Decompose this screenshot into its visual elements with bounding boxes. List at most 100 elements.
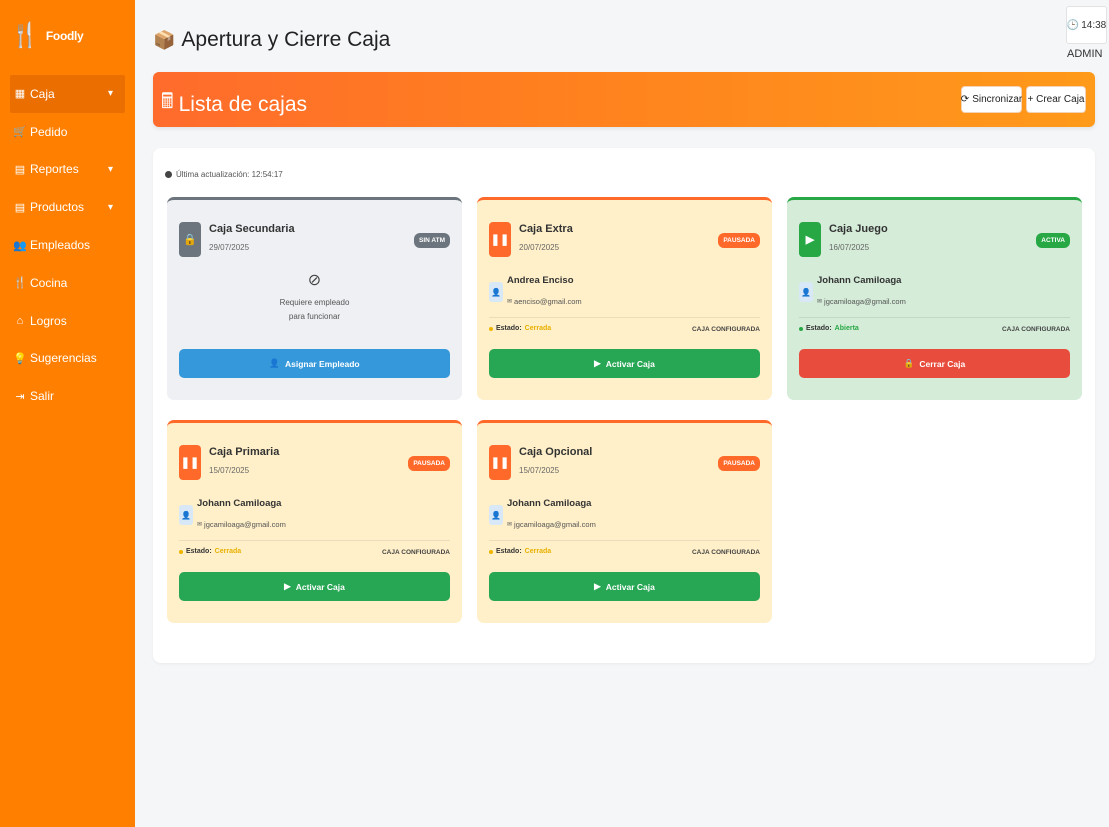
brand-logo[interactable]: 🍴 Foodly (10, 24, 84, 48)
user-slash-icon: ⊘ (307, 272, 322, 289)
state-value: Cerrada (524, 548, 552, 555)
avatar: 👤 (489, 505, 503, 525)
last-update: Última actualización: 12:54:17 (165, 170, 283, 179)
banner-title: 🖩 Lista de cajas (161, 87, 307, 122)
sidebar-item-sugerencias[interactable]: 💡 Sugerencias (0, 340, 135, 378)
cash-date: 20/07/2025 (519, 243, 560, 252)
pause-icon: ❚❚ (489, 445, 511, 480)
divider (489, 540, 760, 541)
play-icon: ▶ (284, 581, 291, 591)
empty-message: Requiere empleado para funcionar (167, 296, 462, 324)
state-value: Abierta (834, 325, 859, 332)
activate-cash-button[interactable]: ▶ Activar Caja (179, 572, 450, 601)
sync-button[interactable]: ⟳ Sincronizar (961, 86, 1022, 113)
cash-list-banner: 🖩 Lista de cajas ⟳ Sincronizar + Crear C… (153, 72, 1095, 127)
cash-card-opcional: ❚❚ Caja Opcional 15/07/2025 PAUSADA 👤 Jo… (477, 420, 772, 623)
last-update-text: Última actualización: 12:54:17 (176, 170, 283, 179)
employee-name: Johann Camiloaga (197, 498, 282, 509)
cash-date: 29/07/2025 (209, 243, 250, 252)
avatar: 👤 (179, 505, 193, 525)
cash-card-extra: ❚❚ Caja Extra 20/07/2025 PAUSADA 👤 Andre… (477, 197, 772, 400)
sidebar-item-label: Caja (30, 86, 55, 101)
cash-name: Caja Opcional (519, 446, 593, 458)
sidebar-item-label: Pedido (30, 124, 68, 139)
sidebar-item-label: Empleados (30, 238, 91, 253)
box-icon: 📦 (153, 29, 176, 50)
pause-icon: ❚❚ (489, 222, 511, 257)
page-title: 📦 Apertura y Cierre Caja (153, 28, 390, 52)
state-value: Cerrada (214, 548, 242, 555)
lightbulb-icon: 💡 (13, 352, 27, 365)
employee-email: ✉ jgcamiloaga@gmail.com (817, 297, 906, 306)
create-label: + Crear Caja (1027, 94, 1085, 105)
status-badge: SIN ATM (414, 233, 450, 248)
cash-card-juego: ▶ Caja Juego 16/07/2025 ACTIVA 👤 Johann … (787, 197, 1082, 400)
sidebar-item-cocina[interactable]: 🍴 Cocina (0, 264, 135, 302)
activate-cash-button[interactable]: ▶ Activar Caja (489, 572, 760, 601)
employee-email: ✉ jgcamiloaga@gmail.com (507, 520, 596, 529)
clock-widget: 🕒 14:38 (1066, 6, 1107, 44)
config-label: CAJA CONFIGURADA (381, 549, 450, 556)
button-label: Activar Caja (605, 358, 655, 369)
button-label: Activar Caja (295, 581, 345, 592)
cash-date: 16/07/2025 (829, 243, 870, 252)
cash-name: Caja Juego (829, 223, 888, 235)
button-label: Asignar Empleado (284, 358, 360, 369)
lock-icon: 🔒 (903, 358, 915, 368)
state-label: Estado: (496, 548, 522, 555)
chevron-down-icon: ▾ (107, 88, 113, 100)
user-role[interactable]: ADMIN (1067, 48, 1102, 60)
sidebar-item-label: Logros (30, 313, 67, 328)
envelope-icon: ✉ (817, 299, 823, 305)
employee-email-text: aenciso@gmail.com (514, 297, 582, 306)
state-dot-icon (179, 549, 183, 554)
cash-card-primaria: ❚❚ Caja Primaria 15/07/2025 PAUSADA 👤 Jo… (167, 420, 462, 623)
file-icon: ▤ (14, 163, 26, 176)
sidebar-item-label: Sugerencias (30, 351, 97, 366)
employee-name: Andrea Enciso (507, 275, 574, 286)
cash-date: 15/07/2025 (209, 466, 250, 475)
state-dot-icon (799, 326, 803, 331)
assign-employee-button[interactable]: 👤 Asignar Empleado (179, 349, 450, 378)
cash-name: Caja Extra (519, 223, 573, 235)
clock-icon: 🕒 (1066, 19, 1080, 31)
play-icon: ▶ (799, 222, 821, 257)
file-icon: ▤ (14, 201, 26, 214)
sidebar-item-pedido[interactable]: 🛒 Pedido (0, 113, 135, 151)
activate-cash-button[interactable]: ▶ Activar Caja (489, 349, 760, 378)
brand-name: Foodly (45, 29, 84, 43)
pause-icon: ❚❚ (179, 445, 201, 480)
envelope-icon: ✉ (507, 522, 513, 528)
page-title-text: Apertura y Cierre Caja (181, 28, 391, 51)
sidebar-item-productos[interactable]: ▤ Productos ▾ (0, 188, 135, 226)
grid-icon: ▦ (14, 88, 26, 101)
config-label: CAJA CONFIGURADA (1001, 326, 1070, 333)
sidebar-item-label: Cocina (30, 275, 68, 290)
state-dot-icon (489, 326, 493, 331)
clock-time: 14:38 (1081, 19, 1107, 31)
state-label: Estado: (806, 325, 832, 332)
sidebar-item-label: Reportes (30, 162, 79, 177)
config-label: CAJA CONFIGURADA (691, 549, 760, 556)
sidebar-item-salir[interactable]: ⇥ Salir (0, 377, 135, 415)
create-cash-button[interactable]: + Crear Caja (1026, 86, 1086, 113)
cash-state: Estado: Cerrada (489, 548, 551, 555)
sidebar-nav: ▦ Caja ▾ 🛒 Pedido ▤ Reportes ▾ ▤ Product… (0, 75, 135, 415)
sidebar-item-logros[interactable]: ⌂ Logros (0, 302, 135, 340)
users-icon: 👥 (13, 239, 27, 252)
home-icon: ⌂ (16, 314, 24, 327)
divider (489, 317, 760, 318)
employee-email: ✉ aenciso@gmail.com (507, 297, 582, 306)
sidebar-item-empleados[interactable]: 👥 Empleados (0, 226, 135, 264)
sync-icon: ⟳ (960, 94, 970, 105)
employee-name: Johann Camiloaga (817, 275, 902, 286)
employee-email-text: jgcamiloaga@gmail.com (204, 520, 286, 529)
state-label: Estado: (186, 548, 212, 555)
sidebar-item-caja[interactable]: ▦ Caja ▾ (10, 75, 125, 113)
status-badge: PAUSADA (718, 233, 760, 248)
envelope-icon: ✉ (197, 522, 203, 528)
cash-state: Estado: Cerrada (179, 548, 241, 555)
sidebar-item-reportes[interactable]: ▤ Reportes ▾ (0, 151, 135, 189)
state-label: Estado: (496, 325, 522, 332)
close-cash-button[interactable]: 🔒 Cerrar Caja (799, 349, 1070, 378)
